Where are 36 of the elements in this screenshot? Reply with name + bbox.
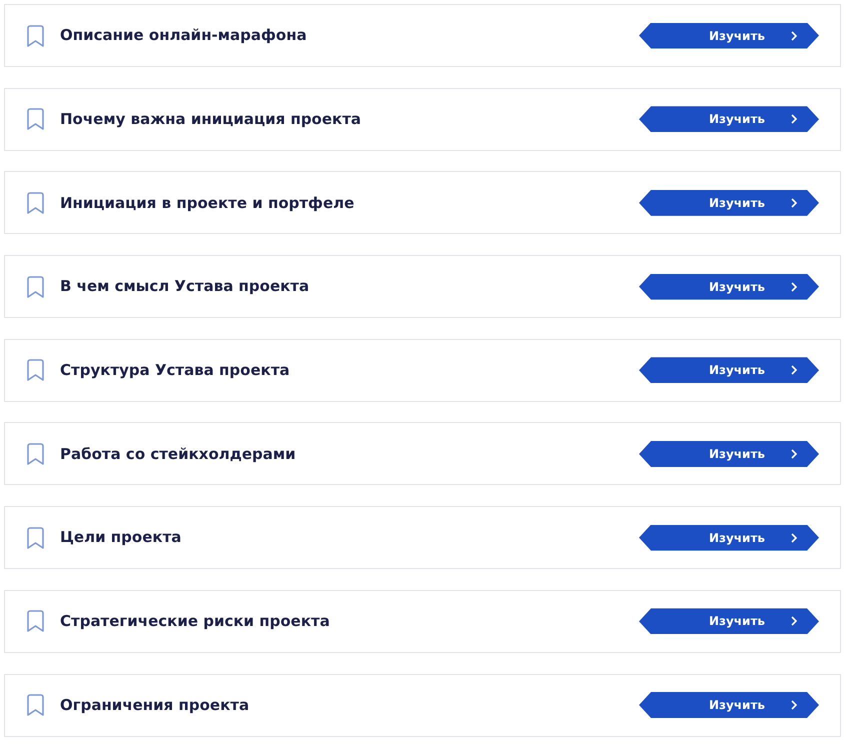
bookmark-icon[interactable] — [26, 108, 45, 130]
chevron-right-icon — [791, 365, 797, 376]
study-button[interactable]: Изучить — [639, 524, 819, 551]
chevron-right-icon — [791, 30, 797, 40]
chevron-right-icon — [791, 448, 797, 459]
lesson-title: Цели проекта — [60, 527, 182, 548]
lesson-title: Описание онлайн-марафона — [60, 25, 308, 46]
study-button[interactable]: Изучить — [639, 106, 819, 132]
bookmark-icon[interactable] — [26, 694, 45, 716]
chevron-right-icon — [791, 282, 797, 292]
chevron-right-icon — [791, 700, 797, 710]
bookmark-icon[interactable] — [26, 526, 45, 549]
bookmark-icon[interactable] — [26, 442, 45, 465]
lesson-title: Ограничения проекта — [60, 694, 250, 716]
study-button[interactable]: Изучить — [639, 692, 819, 718]
lesson-title: Инициация в проекте и портфеле — [60, 192, 356, 214]
lesson-title: Работа со стейкхолдерами — [60, 444, 297, 465]
study-button[interactable]: Изучить — [639, 357, 819, 384]
lesson-title: Почему важна инициация проекта — [60, 108, 362, 130]
bookmark-icon[interactable] — [26, 276, 45, 298]
bookmark-icon[interactable] — [26, 610, 45, 632]
study-button[interactable]: Изучить — [639, 440, 819, 467]
lesson-title: В чем смысл Устава проекта — [60, 276, 310, 298]
lesson-title: Структура Устава проекта — [60, 360, 291, 381]
bookmark-icon[interactable] — [26, 359, 45, 382]
study-button[interactable]: Изучить — [639, 190, 819, 216]
bookmark-icon[interactable] — [26, 24, 45, 46]
lesson-title: Стратегические риски проекта — [60, 611, 331, 632]
study-button[interactable]: Изучить — [639, 608, 819, 634]
chevron-right-icon — [791, 532, 797, 543]
chevron-right-icon — [791, 616, 797, 626]
bookmark-icon[interactable] — [26, 192, 45, 214]
study-button[interactable]: Изучить — [639, 274, 819, 300]
chevron-right-icon — [791, 198, 797, 208]
chevron-right-icon — [791, 114, 797, 124]
study-button[interactable]: Изучить — [639, 22, 819, 48]
